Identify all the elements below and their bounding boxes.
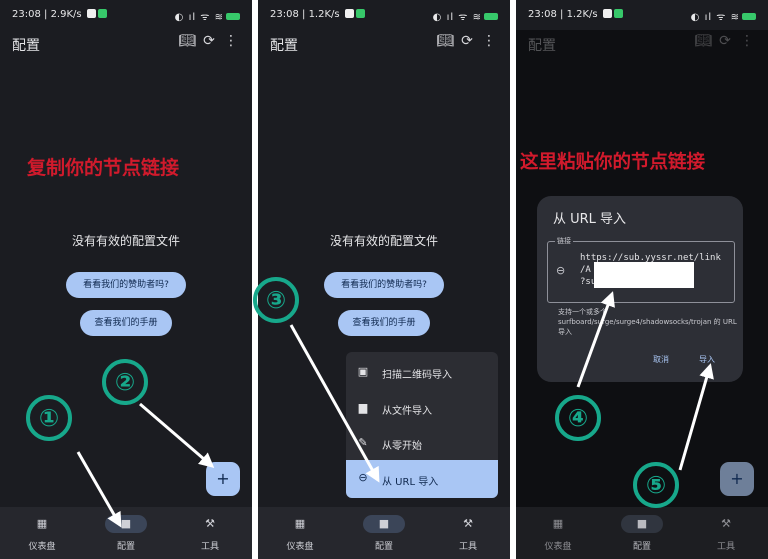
url-input-label: 链接 [555, 236, 573, 246]
qr-icon: ▣ [357, 365, 369, 378]
link-icon: ⊖ [556, 264, 566, 277]
refresh-icon[interactable]: ⟳ [456, 33, 478, 49]
step-1-marker: ① [26, 395, 72, 441]
nav-dashboard[interactable]: ▦ 仪表盘 [516, 507, 600, 559]
manual-button[interactable]: 查看我们的手册 [80, 310, 172, 336]
paste-link-annotation: 这里粘贴你的节点链接 [520, 152, 706, 173]
add-profile-menu: ▣ 扫描二维码导入 ▆ 从文件导入 ✎ 从零开始 ⊖ 从 URL 导入 [346, 352, 498, 498]
page-title: 配置 [270, 38, 298, 54]
sponsor-button[interactable]: 看看我们的赞助者吗? [66, 272, 186, 298]
nav-profiles[interactable]: ■ 配置 [84, 507, 168, 559]
battery-icon [742, 13, 756, 20]
refresh-icon[interactable]: ⟳ [198, 33, 220, 49]
step-3-marker: ③ [253, 277, 299, 323]
nav-tools[interactable]: ⚒ 工具 [168, 507, 252, 559]
bottom-nav: ▦ 仪表盘 ■ 配置 ⚒ 工具 [258, 507, 510, 559]
cancel-button[interactable]: 取消 [653, 354, 669, 365]
status-icons: ◐ ıl ᯤ ≋ [175, 9, 240, 23]
dashboard-icon: ▦ [36, 517, 48, 530]
status-time: 23:08 | 2.9K/s [12, 9, 107, 20]
battery-icon [226, 13, 240, 20]
dialog-title: 从 URL 导入 [553, 212, 627, 227]
empty-state-title: 没有有效的配置文件 [71, 234, 180, 248]
status-time: 23:08 | 1.2K/s [528, 9, 623, 20]
folder-icon: ■ [636, 517, 648, 530]
menu-item-scan-qr[interactable]: ▣ 扫描二维码导入 [346, 354, 498, 390]
status-bar: 23:08 | 1.2K/s ◐ ıl ᯤ ≋ [258, 0, 510, 30]
more-vert-icon[interactable]: ⋮ [220, 33, 242, 49]
appbar-actions: 📖︎ ⟳ ⋮ [176, 33, 242, 49]
link-icon: ⊖ [358, 471, 368, 484]
folder-icon: ■ [120, 517, 132, 530]
bottom-nav: ▦ 仪表盘 ■ 配置 ⚒ 工具 [516, 507, 768, 559]
tools-icon: ⚒ [721, 517, 731, 530]
add-profile-fab[interactable]: + [206, 462, 240, 496]
manual-button[interactable]: 查看我们的手册 [338, 310, 430, 336]
step-5-marker: ⑤ [633, 462, 679, 508]
nav-dashboard[interactable]: ▦ 仪表盘 [258, 507, 342, 559]
nav-dashboard[interactable]: ▦ 仪表盘 [0, 507, 84, 559]
status-icons: ◐ ıl ᯤ ≋ [433, 9, 498, 23]
dashboard-icon: ▦ [294, 517, 306, 530]
step-2-marker: ② [102, 359, 148, 405]
url-input[interactable]: 链接 ⊖ https://sub.yyssr.net/link /AQ ?sub… [547, 236, 735, 303]
pencil-icon: ✎ [358, 436, 368, 449]
nav-profiles[interactable]: ■ 配置 [342, 507, 426, 559]
menu-item-from-file[interactable]: ▆ 从文件导入 [346, 390, 498, 426]
dialog-hint: 支持一个或多个 surfboard/surge/surge4/shadowsoc… [558, 308, 737, 336]
folder-icon: ■ [378, 517, 390, 530]
nav-tools[interactable]: ⚒ 工具 [426, 507, 510, 559]
copy-link-annotation: 复制你的节点链接 [27, 157, 180, 179]
empty-state-title: 没有有效的配置文件 [329, 234, 438, 248]
import-button[interactable]: 导入 [699, 354, 715, 365]
phone-screen-1: 23:08 | 2.9K/s ◐ ıl ᯤ ≋ 配置 📖︎ ⟳ ⋮ 复制你的节点链接… [0, 0, 252, 559]
tools-icon: ⚒ [463, 517, 473, 530]
nav-tools[interactable]: ⚒ 工具 [684, 507, 768, 559]
step-4-marker: ④ [555, 395, 601, 441]
book-icon[interactable]: 📖︎ [434, 33, 456, 49]
status-time: 23:08 | 1.2K/s [270, 9, 365, 20]
dashboard-icon: ▦ [552, 517, 564, 530]
menu-item-from-url[interactable]: ⊖ 从 URL 导入 [346, 460, 498, 498]
import-url-dialog: 从 URL 导入 链接 ⊖ https://sub.yyssr.net/link… [537, 196, 743, 382]
appbar-actions: 📖︎ ⟳ ⋮ [434, 33, 500, 49]
battery-icon [484, 13, 498, 20]
book-icon[interactable]: 📖︎ [176, 33, 198, 49]
redaction-box [594, 262, 694, 288]
add-profile-fab[interactable]: + [720, 462, 754, 496]
status-icons: ◐ ıl ᯤ ≋ [691, 9, 756, 23]
more-vert-icon[interactable]: ⋮ [478, 33, 500, 49]
status-bar: 23:08 | 2.9K/s ◐ ıl ᯤ ≋ [0, 0, 252, 30]
status-bar: 23:08 | 1.2K/s ◐ ıl ᯤ ≋ [516, 0, 768, 30]
page-title: 配置 [12, 38, 40, 54]
tools-icon: ⚒ [205, 517, 215, 530]
phone-screen-2: 23:08 | 1.2K/s ◐ ıl ᯤ ≋ 配置 📖︎ ⟳ ⋮ 没有有效的配置文… [258, 0, 510, 559]
file-icon: ▆ [358, 401, 368, 414]
menu-item-from-scratch[interactable]: ✎ 从零开始 [346, 425, 498, 461]
nav-profiles[interactable]: ■ 配置 [600, 507, 684, 559]
sponsor-button[interactable]: 看看我们的赞助者吗? [324, 272, 444, 298]
bottom-nav: ▦ 仪表盘 ■ 配置 ⚒ 工具 [0, 507, 252, 559]
